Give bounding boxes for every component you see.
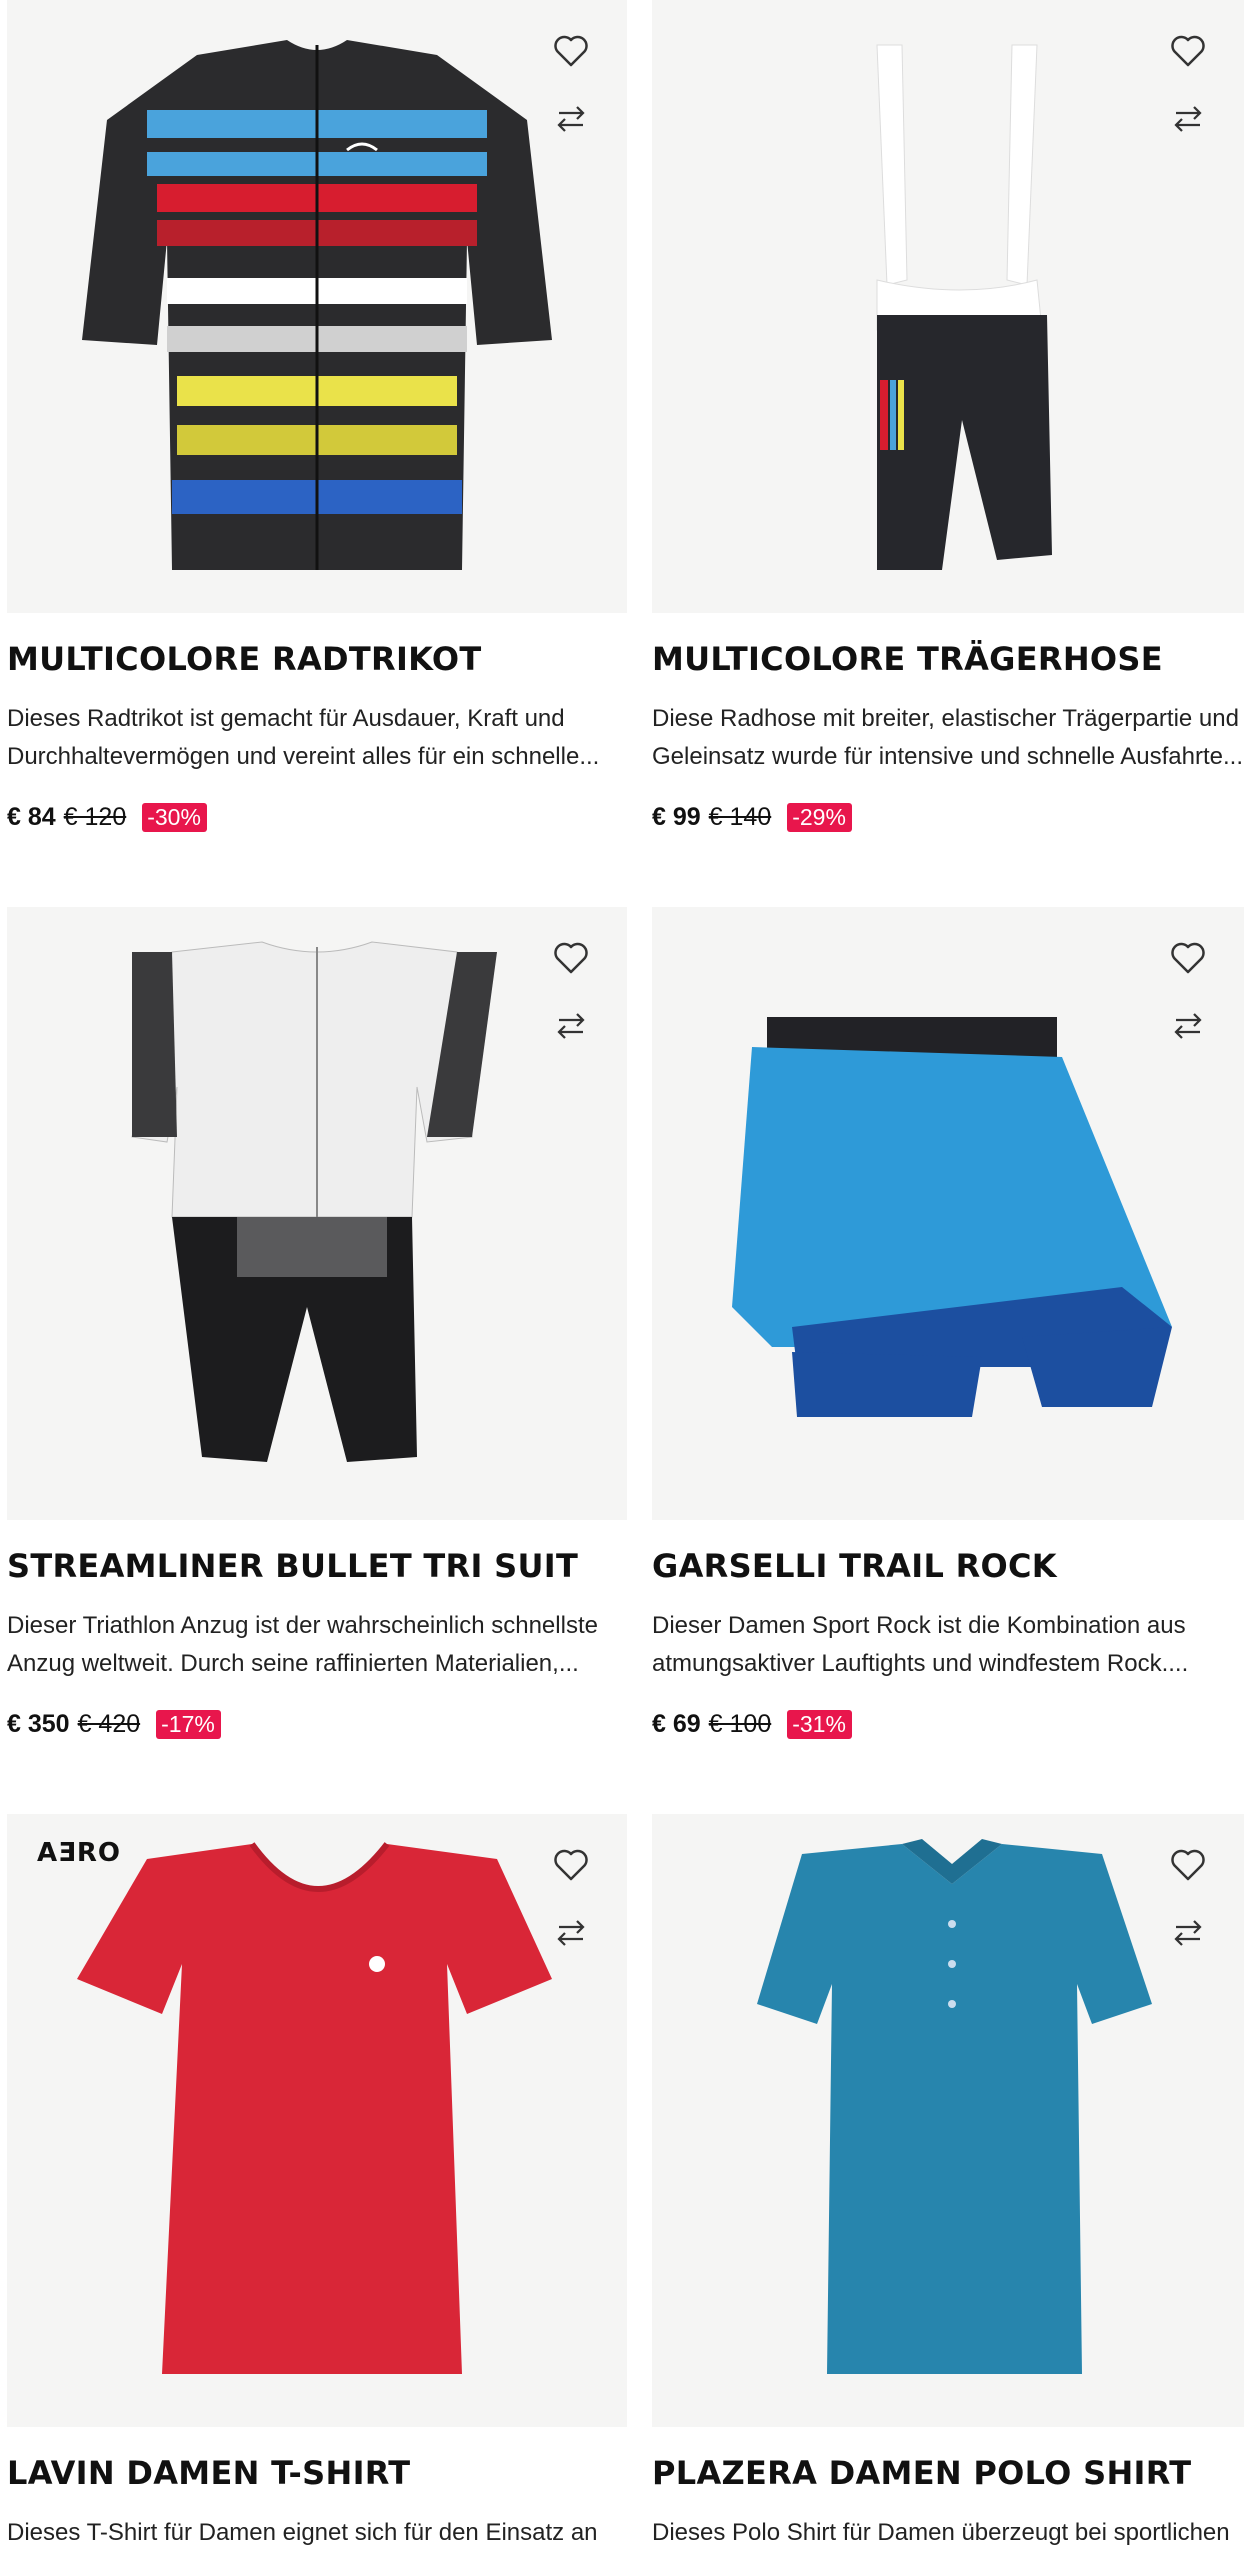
description-line: Dieses Polo Shirt für Damen überzeugt be…: [652, 2519, 1230, 2546]
original-price: € 140: [708, 803, 772, 831]
price-row: € 99 € 140 -29%: [652, 803, 852, 832]
discount-badge: -31%: [787, 1710, 852, 1739]
current-price: € 84: [7, 803, 56, 831]
description-line: Geleinsatz wurde für intensive und schne…: [652, 743, 1243, 770]
compare-arrows-icon[interactable]: [1168, 101, 1208, 137]
product-title[interactable]: MULTICOLORE RADTRIKOT: [7, 640, 481, 678]
product-description: Dieses Radtrikot ist gemacht für Ausdaue…: [7, 700, 627, 776]
jersey-image: [82, 40, 552, 570]
bib-shorts-image: [876, 44, 1052, 570]
description-line: Anzug weltweit. Durch seine raffinierten…: [7, 1650, 579, 1677]
product-image[interactable]: [652, 0, 1244, 613]
description-line: Dieses T-Shirt für Damen eignet sich für…: [7, 2519, 598, 2546]
product-image[interactable]: [652, 1814, 1244, 2427]
skirt-image: [732, 1017, 1172, 1417]
compare-arrows-icon[interactable]: [1168, 1008, 1208, 1044]
price-row: € 84 € 120 -30%: [7, 803, 207, 832]
product-card[interactable]: PLAZERA DAMEN POLO SHIRT Dieses Polo Shi…: [652, 1814, 1244, 2546]
original-price: € 100: [708, 1710, 772, 1738]
aero-badge: AƎRO: [37, 1838, 122, 1868]
discount-badge: -17%: [156, 1710, 221, 1739]
product-image[interactable]: AƎRO: [7, 1814, 627, 2427]
description-line: Dieses Radtrikot ist gemacht für Ausdaue…: [7, 705, 565, 732]
current-price: € 69: [652, 1710, 701, 1738]
description-line: Durchhaltevermögen und vereint alles für…: [7, 743, 600, 770]
product-image[interactable]: [7, 0, 627, 613]
discount-badge: -30%: [142, 803, 207, 832]
original-price: € 420: [77, 1710, 141, 1738]
product-card[interactable]: MULTICOLORE RADTRIKOT Dieses Radtrikot i…: [7, 0, 627, 832]
description-line: Diese Radhose mit breiter, elastischer T…: [652, 705, 1239, 732]
current-price: € 99: [652, 803, 701, 831]
compare-arrows-icon[interactable]: [551, 1008, 591, 1044]
t-shirt-image: [77, 1842, 552, 2374]
compare-arrows-icon[interactable]: [551, 101, 591, 137]
product-card[interactable]: AƎRO LAVIN DAMEN T-SHIRT Dieses T-Shirt …: [7, 1814, 627, 2546]
product-card[interactable]: STREAMLINER BULLET TRI SUIT Dieser Triat…: [7, 907, 627, 1739]
tri-suit-image: [131, 941, 497, 1462]
price-row: € 69 € 100 -31%: [652, 1710, 852, 1739]
product-grid: MULTICOLORE RADTRIKOT Dieses Radtrikot i…: [0, 0, 1250, 2568]
heart-icon[interactable]: [1168, 30, 1208, 70]
heart-icon[interactable]: [551, 1844, 591, 1884]
discount-badge: -29%: [787, 803, 852, 832]
product-title[interactable]: GARSELLI TRAIL ROCK: [652, 1547, 1057, 1585]
description-line: atmungsaktiver Lauftights und windfestem…: [652, 1650, 1189, 1677]
product-description: Dieser Damen Sport Rock ist die Kombinat…: [652, 1607, 1244, 1683]
compare-arrows-icon[interactable]: [551, 1915, 591, 1951]
product-description: Diese Radhose mit breiter, elastischer T…: [652, 700, 1244, 776]
heart-icon[interactable]: [1168, 1844, 1208, 1884]
original-price: € 120: [63, 803, 127, 831]
product-image[interactable]: [652, 907, 1244, 1520]
product-description: Dieses Polo Shirt für Damen überzeugt be…: [652, 2514, 1244, 2552]
product-card[interactable]: MULTICOLORE TRÄGERHOSE Diese Radhose mit…: [652, 0, 1244, 832]
price-row: € 350 € 420 -17%: [7, 1710, 221, 1739]
polo-shirt-image: [757, 1839, 1152, 2374]
description-line: Dieser Triathlon Anzug ist der wahrschei…: [7, 1612, 598, 1639]
description-line: Dieser Damen Sport Rock ist die Kombinat…: [652, 1612, 1186, 1639]
heart-icon[interactable]: [1168, 937, 1208, 977]
product-title[interactable]: STREAMLINER BULLET TRI SUIT: [7, 1547, 578, 1585]
product-description: Dieser Triathlon Anzug ist der wahrschei…: [7, 1607, 627, 1683]
product-card[interactable]: GARSELLI TRAIL ROCK Dieser Damen Sport R…: [652, 907, 1244, 1739]
heart-icon[interactable]: [551, 30, 591, 70]
product-description: Dieses T-Shirt für Damen eignet sich für…: [7, 2514, 627, 2552]
product-image[interactable]: [7, 907, 627, 1520]
heart-icon[interactable]: [551, 937, 591, 977]
product-title[interactable]: LAVIN DAMEN T-SHIRT: [7, 2454, 410, 2492]
product-title[interactable]: PLAZERA DAMEN POLO SHIRT: [652, 2454, 1191, 2492]
current-price: € 350: [7, 1710, 70, 1738]
compare-arrows-icon[interactable]: [1168, 1915, 1208, 1951]
product-title[interactable]: MULTICOLORE TRÄGERHOSE: [652, 640, 1163, 678]
